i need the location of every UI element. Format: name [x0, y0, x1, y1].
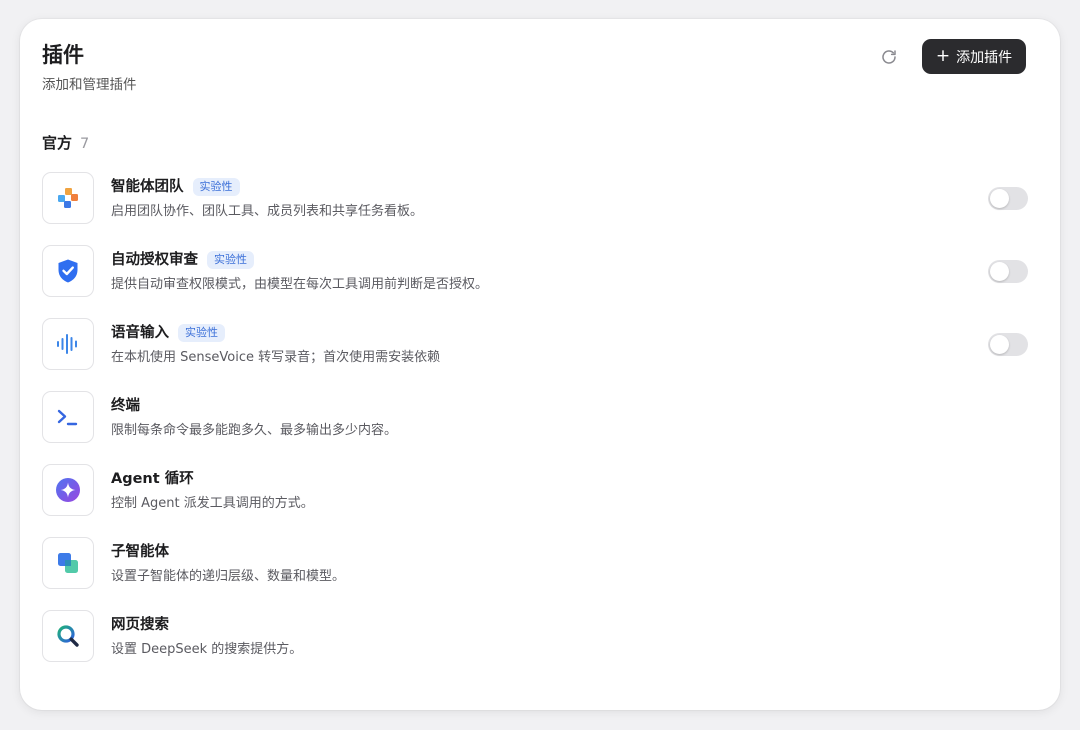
refresh-button[interactable] [878, 46, 900, 68]
plugin-toggle[interactable] [988, 333, 1028, 356]
plugin-list: 智能体团队 实验性 启用团队协作、团队工具、成员列表和共享任务看板。 自动授权审… [42, 172, 1032, 683]
plugin-description: 在本机使用 SenseVoice 转写录音；首次使用需安装依赖 [111, 350, 441, 365]
plugin-title: 网页搜索 [111, 615, 169, 635]
add-plugin-button[interactable]: + 添加插件 [922, 39, 1026, 74]
plugin-name: 语音输入 [111, 325, 169, 341]
plugin-title: 子智能体 [111, 542, 169, 562]
plugin-description: 设置 DeepSeek 的搜索提供方。 [111, 642, 303, 657]
plugin-row-agent-team[interactable]: 智能体团队 实验性 启用团队协作、团队工具、成员列表和共享任务看板。 [42, 172, 1032, 245]
section-header-official: 官方 7 [42, 133, 89, 154]
agent-star-icon [42, 464, 94, 516]
plugin-title: 终端 [111, 396, 140, 416]
plugin-row-agent-loop[interactable]: Agent 循环 控制 Agent 派发工具调用的方式。 [42, 464, 1032, 537]
plugin-toggle[interactable] [988, 187, 1028, 210]
plugin-row-voice-input[interactable]: 语音输入 实验性 在本机使用 SenseVoice 转写录音；首次使用需安装依赖 [42, 318, 1032, 391]
plugin-description: 限制每条命令最多能跑多久、最多输出多少内容。 [111, 423, 398, 438]
team-icon [42, 172, 94, 224]
plugin-title: 自动授权审查 实验性 [111, 250, 254, 270]
plugin-toggle[interactable] [988, 260, 1028, 283]
plugins-panel: 插件 添加和管理插件 + 添加插件 官方 7 智能体团队 实验性 启用团队协作、… [20, 19, 1060, 710]
toggle-knob [990, 262, 1009, 281]
section-title: 官方 [42, 134, 73, 152]
add-plugin-label: 添加插件 [956, 49, 1013, 66]
plugin-row-terminal[interactable]: 终端 限制每条命令最多能跑多久、最多输出多少内容。 [42, 391, 1032, 464]
plugin-description: 提供自动审查权限模式，由模型在每次工具调用前判断是否授权。 [111, 277, 489, 292]
shield-check-icon [42, 245, 94, 297]
terminal-icon [42, 391, 94, 443]
page-title: 插件 [42, 43, 84, 67]
plugin-row-web-search[interactable]: 网页搜索 设置 DeepSeek 的搜索提供方。 [42, 610, 1032, 683]
plugin-name: 子智能体 [111, 544, 169, 560]
plugin-title: 智能体团队 实验性 [111, 177, 240, 197]
section-count: 7 [80, 136, 90, 152]
toggle-knob [990, 189, 1009, 208]
plugin-title: 语音输入 实验性 [111, 323, 225, 343]
refresh-icon [882, 50, 896, 64]
plugin-row-auto-review[interactable]: 自动授权审查 实验性 提供自动审查权限模式，由模型在每次工具调用前判断是否授权。 [42, 245, 1032, 318]
plugin-name: 自动授权审查 [111, 252, 198, 268]
plugin-name: 智能体团队 [111, 179, 184, 195]
plugin-name: 终端 [111, 398, 140, 414]
experimental-badge: 实验性 [207, 251, 254, 269]
experimental-badge: 实验性 [178, 324, 225, 342]
plugin-name: Agent 循环 [111, 471, 194, 487]
layers-icon [42, 537, 94, 589]
plus-icon: + [935, 46, 951, 66]
plugin-row-subagent[interactable]: 子智能体 设置子智能体的递归层级、数量和模型。 [42, 537, 1032, 610]
plugin-description: 启用团队协作、团队工具、成员列表和共享任务看板。 [111, 204, 424, 219]
experimental-badge: 实验性 [192, 178, 240, 196]
plugin-title: Agent 循环 [111, 469, 194, 489]
sound-wave-icon [42, 318, 94, 370]
plugin-name: 网页搜索 [111, 617, 169, 633]
page-subtitle: 添加和管理插件 [42, 77, 137, 93]
toggle-knob [990, 335, 1009, 354]
plugin-description: 设置子智能体的递归层级、数量和模型。 [111, 569, 346, 584]
plugin-description: 控制 Agent 派发工具调用的方式。 [111, 496, 314, 511]
search-icon [42, 610, 94, 662]
